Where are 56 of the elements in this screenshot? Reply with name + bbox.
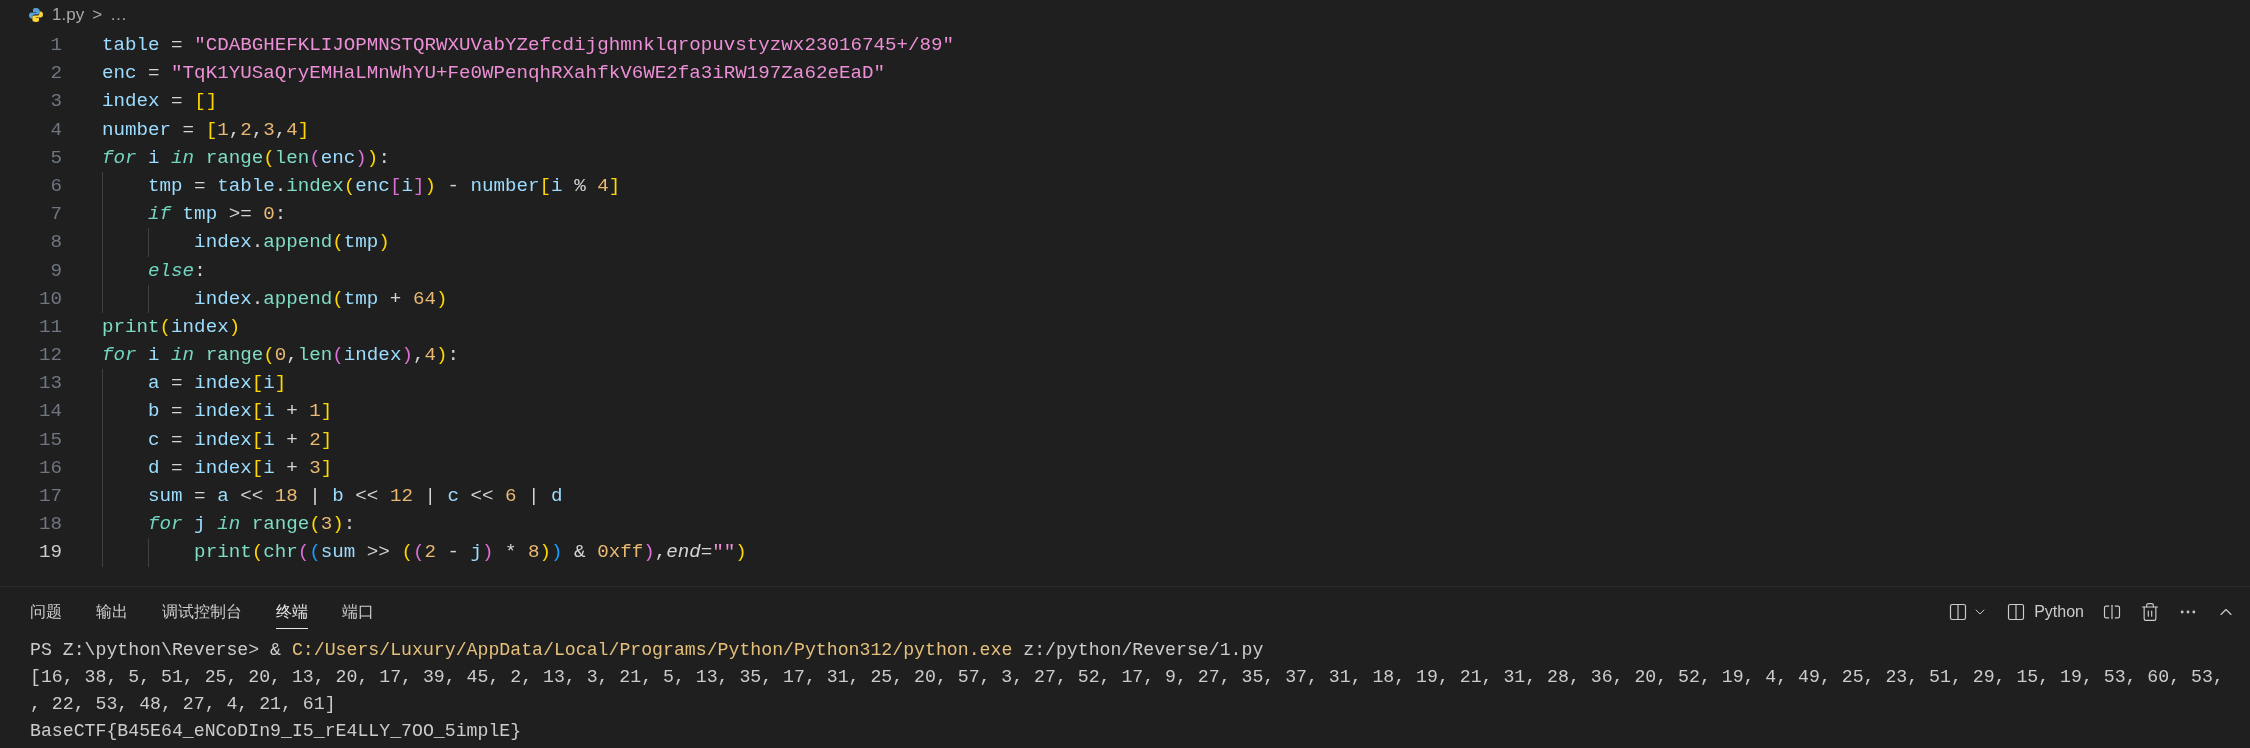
line-number: 1 [49, 33, 62, 58]
line-number: 18 [37, 512, 62, 538]
code-line: else: [147, 259, 206, 282]
panel-tab[interactable]: 输出 [96, 595, 128, 629]
code-line: table = "CDABGHEFKLIJOPMNSTQRWXUVabYZefcdijghmnklqropuvstyzwx23016745+/89" [102, 34, 955, 56]
panel-tab[interactable]: 端口 [342, 595, 374, 629]
panel-tab[interactable]: 问题 [30, 595, 62, 629]
code-line: print(index) [102, 315, 241, 338]
line-number: 5 [49, 145, 62, 171]
code-line: a = index[i] [147, 372, 287, 395]
code-line: for i in range(0,len(index),4): [102, 344, 459, 367]
line-number: 19 [37, 540, 62, 566]
line-number: 3 [49, 89, 62, 115]
code-line: print(chr((sum >> ((2 - j) * 8)) & 0xff),end="") [193, 541, 747, 564]
code-line: number = [1,2,3,4] [102, 118, 310, 141]
code-line: c = index[i + 2] [147, 428, 333, 451]
terminal-line: [16, 38, 5, 51, 25, 20, 13, 20, 17, 39, 45, 2, 13, 3, 21, 5, 13, 35, 17, 31, 25, 20, 57, 3, 27, 52, 17, 9, 27, 35, 37, 31, 18, 19, 21, 31, 28, 36, 20, 52, 19, 4, 49, 25, 23, 51, 29, 15, 19, 53, 60, 53, [30, 666, 2225, 689]
trash-icon[interactable] [2140, 602, 2160, 622]
code-line: index.append(tmp) [193, 231, 390, 254]
line-number: 7 [49, 202, 62, 228]
line-number: 15 [37, 427, 62, 453]
line-number: 10 [37, 286, 62, 312]
terminal-line: BaseCTF{B45E64_eNCoDIn9_I5_rE4LLY_7OO_5implE} [30, 720, 523, 743]
line-number: 2 [49, 61, 62, 87]
split-icon[interactable] [2102, 602, 2122, 622]
code-line: d = index[i + 3] [147, 456, 333, 479]
breadcrumb-file[interactable]: 1.py [52, 1, 85, 28]
terminal-icon [2006, 602, 2027, 622]
terminal-profile[interactable]: Python [2006, 600, 2084, 624]
code-line: sum = a << 18 | b << 12 | c << 6 | d [147, 485, 563, 507]
code-line: b = index[i + 1] [147, 400, 333, 423]
line-number: 13 [37, 371, 62, 397]
code-line: tmp = table.index(enc[i]) - number[i % 4] [147, 174, 621, 197]
panel-tab[interactable]: 调试控制台 [162, 595, 242, 629]
breadcrumb-more[interactable]: … [110, 1, 128, 28]
panel-tab[interactable]: 终端 [276, 595, 308, 629]
code-line: if tmp >= 0: [147, 203, 287, 226]
line-number: 16 [37, 455, 62, 481]
code-line: for j in range(3): [147, 513, 356, 536]
line-number: 14 [37, 399, 62, 425]
code-line: enc = "TqK1YUSaQryEMHaLMnWhYU+Fe0WPenqhRXahfkV6WE2fa3iRW197Za62eEaD" [102, 62, 885, 85]
line-number: 11 [37, 314, 62, 340]
line-number: 12 [37, 343, 62, 369]
terminal-line: PS Z:\python\Reverse> & C:/Users/Luxury/AppData/Local/Programs/Python/Python312/python.exe z:/python/Reverse/1.py [30, 639, 1265, 662]
line-number: 4 [49, 117, 62, 143]
code-line: index.append(tmp + 64) [193, 287, 448, 310]
line-number: 17 [37, 484, 62, 509]
line-number: 6 [49, 173, 62, 199]
python-file-icon [28, 6, 44, 23]
code-line: index = [] [102, 90, 218, 113]
line-number: 9 [49, 258, 62, 284]
breadcrumb-separator: > [92, 3, 103, 26]
line-number: 8 [49, 230, 62, 256]
split-terminal-icon[interactable] [1948, 602, 1969, 622]
terminal-line: , 22, 53, 48, 27, 4, 21, 61] [30, 693, 337, 716]
code-line: for i in range(len(enc)): [102, 146, 390, 169]
